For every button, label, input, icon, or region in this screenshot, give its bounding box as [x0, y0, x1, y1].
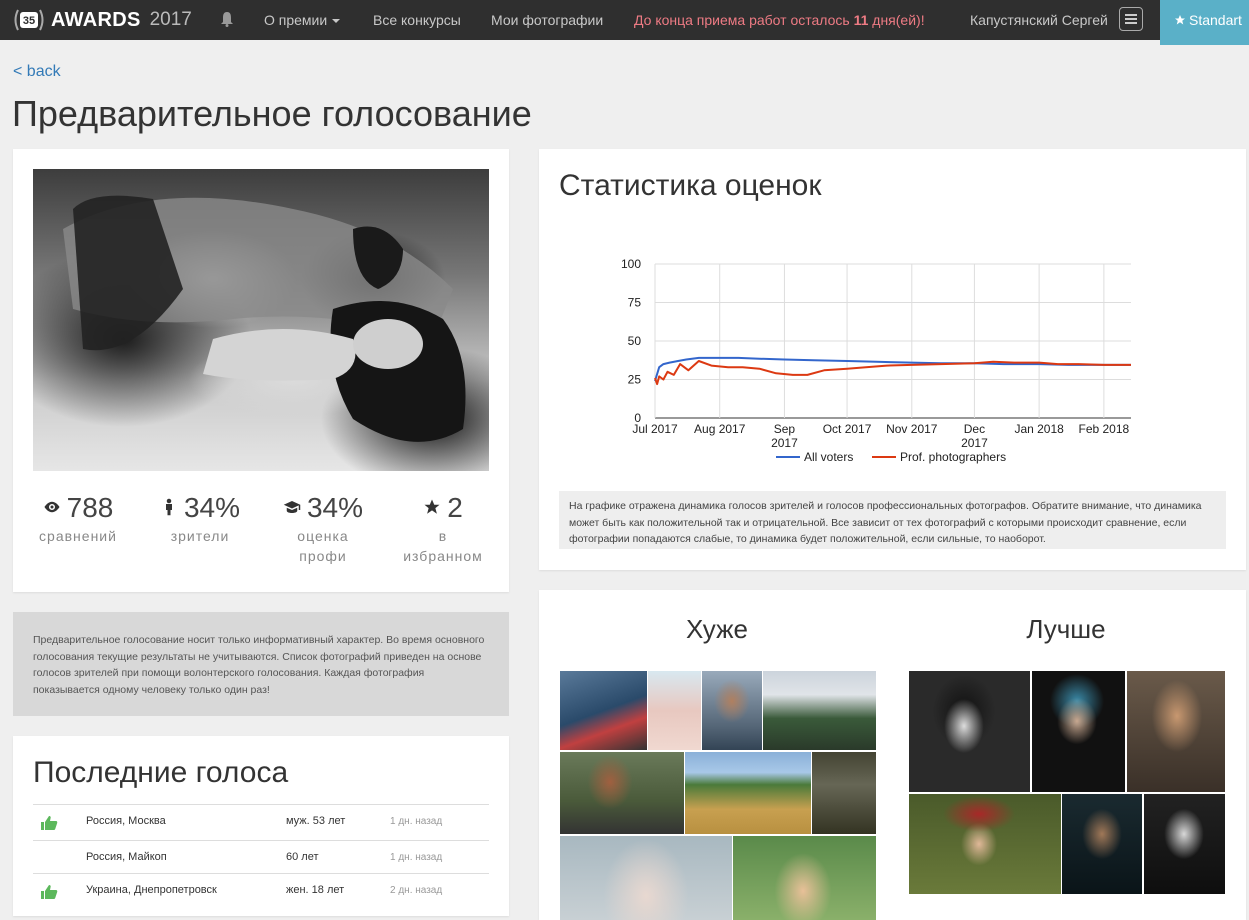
- vote-row: Украина, Днепропетровск жен. 18 лет 2 дн…: [33, 873, 489, 907]
- vote-age: муж. 53 лет: [286, 815, 346, 827]
- nav-about-dropdown[interactable]: О премии: [264, 12, 341, 28]
- nav-about-label: О премии: [264, 12, 328, 28]
- standart-plan-button[interactable]: Standart: [1160, 0, 1249, 45]
- vote-location: Украина, Днепропетровск: [86, 884, 217, 896]
- eye-icon: [44, 501, 60, 513]
- vote-row: Россия, Москва муж. 53 лет 1 дн. назад: [33, 804, 489, 838]
- vote-age: 60 лет: [286, 851, 319, 863]
- series-line-prof-photographers: [654, 360, 1131, 386]
- page-title: Предварительное голосование: [12, 93, 532, 134]
- photo-thumbnail[interactable]: [560, 752, 684, 834]
- deadline-days: 11: [853, 12, 869, 28]
- y-tick-label: 100: [621, 257, 641, 271]
- photo-thumbnail[interactable]: [702, 671, 762, 750]
- top-navbar: 35 AWARDS 2017 О премии Все конкурсы Мои…: [0, 0, 1249, 45]
- brand-year: 2017: [149, 9, 192, 30]
- vote-time: 1 дн. назад: [390, 816, 443, 827]
- photo-card: 788 сравнений 34% зрители 34% оценка про…: [13, 149, 509, 592]
- recent-votes-title: Последние голоса: [33, 756, 289, 789]
- nav-my-photos[interactable]: Мои фотографии: [491, 12, 603, 28]
- y-tick-label: 50: [628, 334, 642, 348]
- statistics-title: Статистика оценок: [559, 169, 822, 202]
- chart-explanation: На графике отражена динамика голосов зри…: [559, 491, 1226, 549]
- stat-comparisons-value: 788: [66, 492, 114, 523]
- bell-icon[interactable]: [220, 11, 234, 27]
- stat-favorites: 2 в избранном: [388, 492, 498, 566]
- legend-label: Prof. photographers: [900, 450, 1006, 464]
- stat-favorites-value: 2: [447, 492, 463, 523]
- photo-thumbnail[interactable]: [812, 752, 876, 834]
- x-tick-label: Jan 2018: [1014, 422, 1064, 436]
- standart-label: Standart: [1189, 12, 1242, 28]
- svg-text:35: 35: [23, 15, 35, 27]
- deadline-prefix: До конца приема работ осталось: [634, 12, 850, 28]
- rating-line-chart: 0255075100Jul 2017 Aug 2017 Sep 2017Oct 201…: [621, 257, 1131, 464]
- vote-time: 2 дн. назад: [390, 885, 443, 896]
- x-tick-label: Sep 2017: [771, 422, 798, 450]
- graduation-cap-icon: [283, 501, 301, 513]
- photo-thumbnail[interactable]: [1144, 794, 1225, 894]
- photo-thumbnail[interactable]: [733, 836, 876, 920]
- x-tick-label: Dec 2017: [961, 422, 988, 450]
- y-tick-label: 25: [628, 373, 642, 387]
- photo-thumbnail[interactable]: [909, 794, 1061, 894]
- nav-all-contests[interactable]: Все конкурсы: [373, 12, 461, 28]
- photo-thumbnail[interactable]: [560, 836, 732, 920]
- stat-viewers-label: зрители: [170, 528, 230, 544]
- back-link[interactable]: < back: [13, 63, 61, 81]
- vote-location: Россия, Майкоп: [86, 851, 167, 863]
- better-title: Лучше: [1026, 614, 1106, 644]
- photo-thumbnail[interactable]: [685, 752, 811, 834]
- vote-row: Россия, Майкоп 60 лет 1 дн. назад: [33, 840, 489, 874]
- worse-title: Хуже: [686, 614, 748, 644]
- photo-thumbnail[interactable]: [1062, 794, 1142, 894]
- stat-favorites-label: в избранном: [403, 528, 483, 564]
- stat-pro-rating: 34% оценка профи: [268, 492, 378, 566]
- statistics-card: Статистика оценок 0 25 50 75 100 Jul 2017 Aug …: [539, 149, 1246, 570]
- photo-thumbnail[interactable]: [909, 671, 1030, 792]
- stat-pro-rating-value: 34%: [306, 492, 364, 523]
- star-icon: [1175, 15, 1185, 25]
- x-tick-label: Jul 2017: [632, 422, 678, 436]
- legend-label: All voters: [804, 450, 853, 464]
- stat-comparisons: 788 сравнений: [23, 492, 133, 546]
- user-name-link[interactable]: Капустянский Сергей: [970, 12, 1108, 28]
- stat-viewers: 34% зрители: [145, 492, 255, 546]
- x-tick-label: Oct 2017: [823, 422, 872, 436]
- photo-thumbnail[interactable]: [763, 671, 876, 750]
- photo-shapes: [63, 195, 466, 442]
- star-icon: [424, 499, 440, 514]
- vote-location: Россия, Москва: [86, 815, 166, 827]
- series-line-all-voters: [654, 356, 1131, 382]
- thumbs-up-icon: [41, 816, 58, 830]
- photo-thumbnail[interactable]: [648, 671, 701, 750]
- deadline-notice: До конца приема работ осталось 11 дня(ей…: [634, 12, 925, 28]
- hamburger-menu-button[interactable]: [1119, 7, 1143, 31]
- stat-viewers-value: 34%: [183, 492, 241, 523]
- x-tick-label: Nov 2017: [886, 422, 938, 436]
- stat-pro-rating-label: оценка профи: [297, 528, 349, 564]
- y-tick-label: 75: [628, 296, 642, 310]
- vote-time: 1 дн. назад: [390, 852, 443, 863]
- caret-down-icon: [332, 19, 341, 24]
- vote-age: жен. 18 лет: [286, 884, 345, 896]
- logo[interactable]: 35 AWARDS 2017: [12, 7, 192, 33]
- info-note: Предварительное голосование носит только…: [13, 612, 509, 716]
- laurel-logo-icon: 35: [14, 9, 44, 31]
- photo-thumbnail[interactable]: [1032, 671, 1125, 792]
- x-tick-label: Aug 2017: [694, 422, 746, 436]
- compare-card: Хуже Лучше: [539, 590, 1246, 920]
- x-tick-label: Feb 2018: [1079, 422, 1130, 436]
- deadline-suffix: дня(ей)!: [872, 12, 925, 28]
- photo-thumbnail[interactable]: [560, 671, 647, 750]
- stat-comparisons-label: сравнений: [39, 528, 117, 544]
- photo-thumbnail[interactable]: [1127, 671, 1225, 792]
- brand-name: AWARDS: [51, 8, 141, 31]
- thumbs-up-icon: [41, 885, 58, 899]
- contest-photo[interactable]: [33, 169, 489, 471]
- recent-votes-card: Последние голоса Россия, Москва муж. 53 …: [13, 736, 509, 916]
- person-icon: [165, 498, 172, 516]
